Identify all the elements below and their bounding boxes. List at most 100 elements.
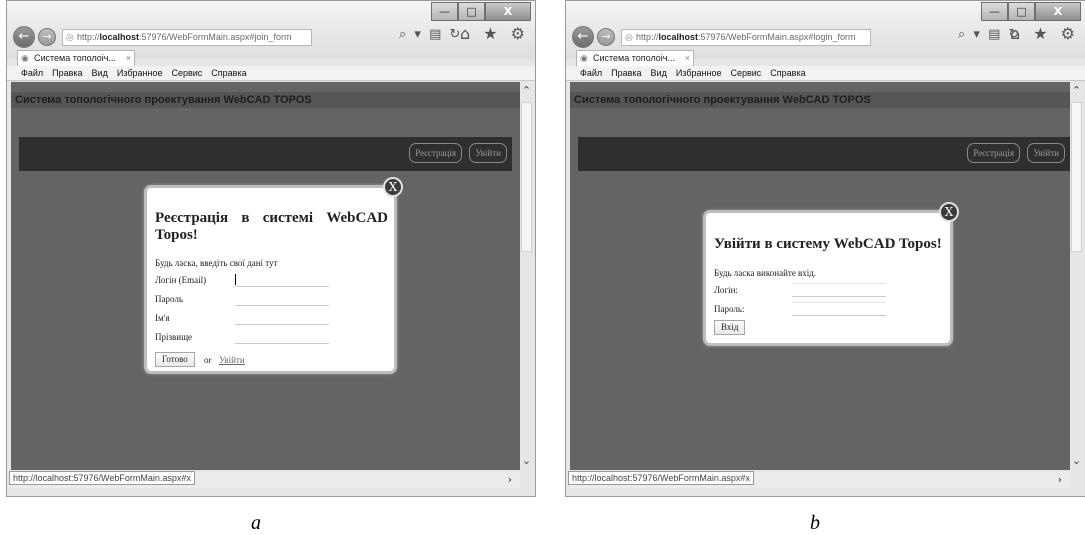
home-favorites-settings-icons[interactable]: ⌂ ★ ⚙ — [460, 24, 529, 43]
or-text: or — [204, 355, 212, 365]
address-host: localhost — [99, 32, 140, 42]
login-field[interactable] — [792, 283, 886, 297]
form-row-email: Логін (Email) — [155, 273, 385, 290]
last-name-label: Прізвище — [155, 332, 193, 342]
modal-hint: Будь ласка виконайте вхід. — [714, 268, 817, 278]
menu-item-tools[interactable]: Сервис — [171, 66, 202, 80]
address-tools-icons[interactable]: ⌕ ▾ ▤ ↻ — [399, 27, 462, 42]
menu-item-help[interactable]: Справка — [211, 66, 246, 80]
tab-close-icon[interactable]: × — [685, 51, 690, 66]
menu-item-edit[interactable]: Правка — [611, 66, 641, 80]
vertical-scrollbar[interactable]: ⌃ ⌄ — [520, 82, 533, 470]
address-prefix: http:// — [77, 32, 100, 42]
login-button[interactable]: Увійти — [469, 143, 507, 163]
browser-window-register: — □ X ← → ◎ http://localhost:57976/WebFor… — [6, 0, 536, 497]
scroll-thumb[interactable] — [1071, 102, 1082, 252]
address-prefix: http:// — [636, 32, 659, 42]
tab-title: Система тополоіч... — [593, 53, 676, 63]
page-content: Система топологічного проектування WebCA… — [11, 82, 520, 470]
menu-item-view[interactable]: Вид — [651, 66, 667, 80]
menu-bar: Файл Правка Вид Избранное Сервис Справка — [566, 66, 1085, 81]
menu-item-file[interactable]: Файл — [580, 66, 602, 80]
figure-caption-a: a — [251, 512, 261, 534]
modal-title: Реєстрація в системі WebCAD Topos! — [155, 210, 388, 243]
menu-item-favorites[interactable]: Избранное — [117, 66, 163, 80]
register-button[interactable]: Реєстрація — [967, 143, 1020, 163]
menu-item-view[interactable]: Вид — [92, 66, 108, 80]
status-url: http://localhost:57976/WebFormMain.aspx#… — [9, 471, 195, 485]
menu-item-help[interactable]: Справка — [770, 66, 805, 80]
register-modal: X Реєстрація в системі WebCAD Topos! Буд… — [144, 177, 403, 374]
scroll-right-icon[interactable]: › — [1058, 472, 1062, 488]
maximize-button[interactable]: □ — [458, 2, 485, 21]
site-title: Система топологічного проектування WebCA… — [570, 92, 1078, 108]
password-field[interactable] — [235, 292, 329, 306]
tab-favicon-icon: ◉ — [580, 53, 588, 63]
last-name-field[interactable] — [235, 330, 329, 344]
register-button[interactable]: Реєстрація — [409, 143, 462, 163]
home-favorites-settings-icons[interactable]: ⌂ ★ ⚙ — [1010, 24, 1079, 43]
form-row-first-name: Ім'я — [155, 311, 385, 328]
page-icon: ◎ — [625, 32, 633, 42]
menu-item-edit[interactable]: Правка — [52, 66, 82, 80]
address-host: localhost — [658, 32, 699, 42]
close-window-button[interactable]: X — [485, 2, 531, 21]
form-row-password: Пароль — [155, 292, 385, 309]
back-arrow-icon[interactable]: ← — [572, 26, 594, 48]
page-icon: ◎ — [66, 32, 74, 42]
modal-title: Увійти в систему WebCAD Topos! — [714, 236, 942, 252]
maximize-button[interactable]: □ — [1008, 2, 1035, 21]
browser-tab[interactable]: ◉ Система тополоіч... × — [17, 50, 135, 66]
close-window-button[interactable]: X — [1035, 2, 1081, 21]
password-field[interactable] — [792, 302, 886, 316]
menu-item-favorites[interactable]: Избранное — [676, 66, 722, 80]
page-content: Система топологічного проектування WebCA… — [570, 82, 1078, 470]
form-row-password: Пароль: — [714, 302, 944, 319]
address-bar[interactable]: ◎ http://localhost:57976/WebFormMain.aspx… — [62, 29, 312, 46]
tab-close-icon[interactable]: × — [126, 51, 131, 66]
minimize-button[interactable]: — — [981, 2, 1008, 21]
login-modal: X Увійти в систему WebCAD Topos! Будь ла… — [703, 202, 959, 346]
scroll-down-icon[interactable]: ⌄ — [1070, 454, 1083, 467]
modal-close-button[interactable]: X — [939, 202, 959, 222]
address-bar[interactable]: ◎ http://localhost:57976/WebFormMain.aspx… — [621, 29, 871, 46]
text-caret — [235, 274, 236, 285]
submit-button[interactable]: Готово — [155, 352, 195, 367]
form-row-last-name: Прізвище — [155, 330, 385, 347]
browser-tab[interactable]: ◉ Система тополоіч... × — [576, 50, 694, 66]
form-row-login: Логін: — [714, 283, 944, 300]
address-path: :57976/WebFormMain.aspx#join_form — [139, 32, 292, 42]
menu-item-file[interactable]: Файл — [21, 66, 43, 80]
scroll-thumb[interactable] — [521, 102, 532, 252]
figure-caption-b: b — [810, 512, 820, 534]
menu-item-tools[interactable]: Сервис — [730, 66, 761, 80]
scroll-up-icon[interactable]: ⌃ — [520, 84, 533, 97]
address-path: :57976/WebFormMain.aspx#login_form — [698, 32, 856, 42]
scroll-right-icon[interactable]: › — [508, 472, 512, 488]
forward-arrow-icon[interactable]: → — [38, 28, 56, 46]
login-label: Логін: — [714, 285, 738, 295]
modal-close-button[interactable]: X — [383, 177, 403, 197]
first-name-field[interactable] — [235, 311, 329, 325]
forward-arrow-icon[interactable]: → — [597, 28, 615, 46]
login-button[interactable]: Увійти — [1027, 143, 1065, 163]
navigation-buttons: ← → — [572, 26, 615, 48]
login-submit-button[interactable]: Вхід — [714, 320, 746, 335]
scroll-up-icon[interactable]: ⌃ — [1070, 84, 1083, 97]
site-title: Система топологічного проектування WebCA… — [11, 92, 520, 108]
navigation-buttons: ← → — [13, 26, 56, 48]
window-controls: — □ X — [431, 2, 531, 21]
email-field[interactable] — [235, 273, 329, 287]
vertical-scrollbar[interactable]: ⌃ ⌄ — [1070, 82, 1083, 470]
first-name-label: Ім'я — [155, 313, 170, 323]
site-header: Реєстрація Увійти — [578, 137, 1070, 171]
window-controls: — □ X — [981, 2, 1081, 21]
login-link[interactable]: Увійти — [219, 355, 245, 365]
scroll-down-icon[interactable]: ⌄ — [520, 454, 533, 467]
browser-window-login: — □ X ← → ◎ http://localhost:57976/WebFor… — [565, 0, 1085, 497]
modal-hint: Будь ласка, введіть свої дані тут — [155, 258, 278, 268]
password-label: Пароль: — [714, 304, 745, 314]
minimize-button[interactable]: — — [431, 2, 458, 21]
back-arrow-icon[interactable]: ← — [13, 26, 35, 48]
status-url: http://localhost:57976/WebFormMain.aspx#… — [568, 471, 754, 485]
